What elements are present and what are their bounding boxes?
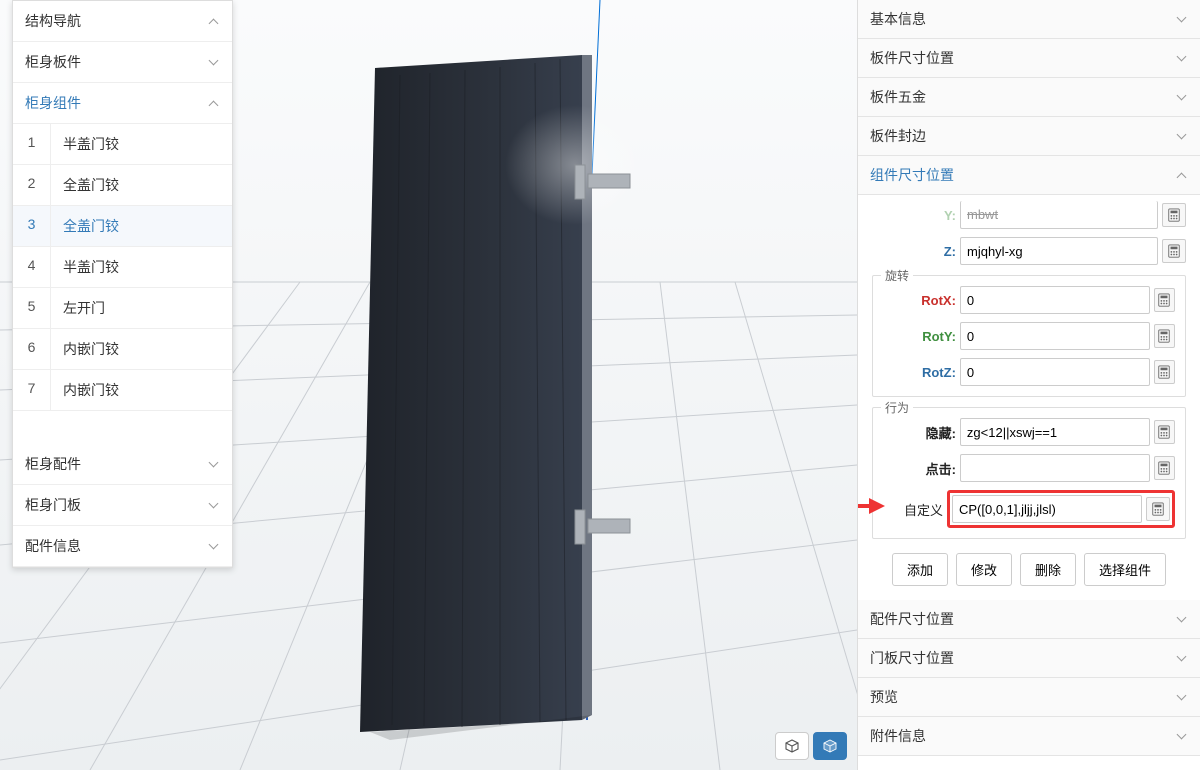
pos-y-input[interactable] [960, 201, 1158, 229]
section-fitting-size[interactable]: 配件尺寸位置 [858, 600, 1200, 639]
component-size-body: Y: Z: 旋转 RotX: RotY: [858, 195, 1200, 600]
custom-highlight [947, 490, 1175, 528]
edit-button[interactable]: 修改 [956, 553, 1012, 586]
section-fitting-label: 柜身配件 [25, 454, 81, 474]
section-door-size[interactable]: 门板尺寸位置 [858, 639, 1200, 678]
chevron-up-icon [1178, 170, 1188, 180]
chevron-up-icon [210, 98, 220, 108]
chevron-down-icon [1178, 653, 1188, 663]
hide-label: 隐藏: [883, 423, 960, 442]
calculator-icon[interactable] [1154, 360, 1175, 384]
pos-z-label: Z: [872, 244, 960, 259]
list-item[interactable]: 4 半盖门铰 [13, 247, 232, 288]
chevron-down-icon [210, 57, 220, 67]
chevron-down-icon [1178, 53, 1188, 63]
click-input[interactable] [960, 454, 1150, 482]
rotz-input[interactable] [960, 358, 1150, 386]
rotation-fieldset: 旋转 RotX: RotY: RotZ: [872, 275, 1186, 397]
click-label: 点击: [883, 459, 960, 478]
section-label: 板件五金 [870, 87, 926, 107]
rotz-label: RotZ: [883, 365, 960, 380]
delete-button[interactable]: 删除 [1020, 553, 1076, 586]
custom-label: 自定义 [883, 500, 947, 519]
section-panel-hardware[interactable]: 板件五金 [858, 78, 1200, 117]
section-fitting[interactable]: 柜身配件 [13, 444, 232, 485]
section-component[interactable]: 柜身组件 [13, 83, 232, 124]
section-doorpanel[interactable]: 柜身门板 [13, 485, 232, 526]
section-panel[interactable]: 柜身板件 [13, 42, 232, 83]
section-fitting-info-label: 配件信息 [25, 536, 81, 556]
wireframe-view-button[interactable] [775, 732, 809, 760]
solid-view-button[interactable] [813, 732, 847, 760]
chevron-down-icon [210, 541, 220, 551]
chevron-down-icon [1178, 692, 1188, 702]
rotx-input[interactable] [960, 286, 1150, 314]
calculator-icon[interactable] [1154, 324, 1175, 348]
calculator-icon[interactable] [1154, 288, 1175, 312]
arrow-icon [858, 494, 885, 518]
chevron-down-icon [1178, 14, 1188, 24]
calculator-icon[interactable] [1146, 497, 1170, 521]
nav-title-label: 结构导航 [25, 11, 81, 31]
section-label: 配件尺寸位置 [870, 609, 954, 629]
hide-input[interactable] [960, 418, 1150, 446]
view-mode-buttons [775, 732, 847, 760]
chevron-down-icon [1178, 614, 1188, 624]
chevron-up-icon [210, 16, 220, 26]
section-label: 基本信息 [870, 9, 926, 29]
section-label: 板件尺寸位置 [870, 48, 954, 68]
section-preview[interactable]: 预览 [858, 678, 1200, 717]
behavior-fieldset: 行为 隐藏: 点击: 自定义 [872, 407, 1186, 539]
list-item[interactable]: 7 内嵌门铰 [13, 370, 232, 411]
section-component-size[interactable]: 组件尺寸位置 [858, 156, 1200, 195]
chevron-down-icon [210, 459, 220, 469]
calculator-icon[interactable] [1154, 456, 1175, 480]
rotx-label: RotX: [883, 293, 960, 308]
section-label: 组件尺寸位置 [870, 165, 954, 185]
select-component-button[interactable]: 选择组件 [1084, 553, 1166, 586]
section-label: 板件封边 [870, 126, 926, 146]
properties-panel: 基本信息 板件尺寸位置 板件五金 板件封边 组件尺寸位置 Y: Z: [857, 0, 1200, 770]
section-label: 门板尺寸位置 [870, 648, 954, 668]
section-panel-edge[interactable]: 板件封边 [858, 117, 1200, 156]
structure-navigator: 结构导航 柜身板件 柜身组件 1 半盖门铰 2 全盖门铰 3 全盖门铰 4 半盖… [12, 0, 233, 568]
list-item[interactable]: 2 全盖门铰 [13, 165, 232, 206]
section-panel-size[interactable]: 板件尺寸位置 [858, 39, 1200, 78]
list-item[interactable]: 1 半盖门铰 [13, 124, 232, 165]
nav-title[interactable]: 结构导航 [13, 1, 232, 42]
chevron-down-icon [1178, 92, 1188, 102]
section-doorpanel-label: 柜身门板 [25, 495, 81, 515]
component-list: 1 半盖门铰 2 全盖门铰 3 全盖门铰 4 半盖门铰 5 左开门 6 内嵌门铰… [13, 124, 232, 444]
calculator-icon[interactable] [1162, 203, 1186, 227]
chevron-down-icon [1178, 131, 1188, 141]
list-item[interactable]: 3 全盖门铰 [13, 206, 232, 247]
section-panel-label: 柜身板件 [25, 52, 81, 72]
calculator-icon[interactable] [1154, 420, 1175, 444]
roty-input[interactable] [960, 322, 1150, 350]
section-component-label: 柜身组件 [25, 93, 81, 113]
rotation-legend: 旋转 [881, 267, 913, 284]
add-button[interactable]: 添加 [892, 553, 948, 586]
pos-z-input[interactable] [960, 237, 1158, 265]
chevron-down-icon [1178, 731, 1188, 741]
section-fitting-info[interactable]: 配件信息 [13, 526, 232, 567]
section-label: 附件信息 [870, 726, 926, 746]
behavior-legend: 行为 [881, 399, 913, 416]
section-basic-info[interactable]: 基本信息 [858, 0, 1200, 39]
calculator-icon[interactable] [1162, 239, 1186, 263]
section-label: 预览 [870, 687, 898, 707]
custom-input[interactable] [952, 495, 1142, 523]
list-item[interactable]: 6 内嵌门铰 [13, 329, 232, 370]
chevron-down-icon [210, 500, 220, 510]
list-item[interactable]: 5 左开门 [13, 288, 232, 329]
action-buttons: 添加 修改 删除 选择组件 [872, 553, 1186, 586]
roty-label: RotY: [883, 329, 960, 344]
section-attachment-info[interactable]: 附件信息 [858, 717, 1200, 756]
pos-y-label: Y: [872, 208, 960, 223]
